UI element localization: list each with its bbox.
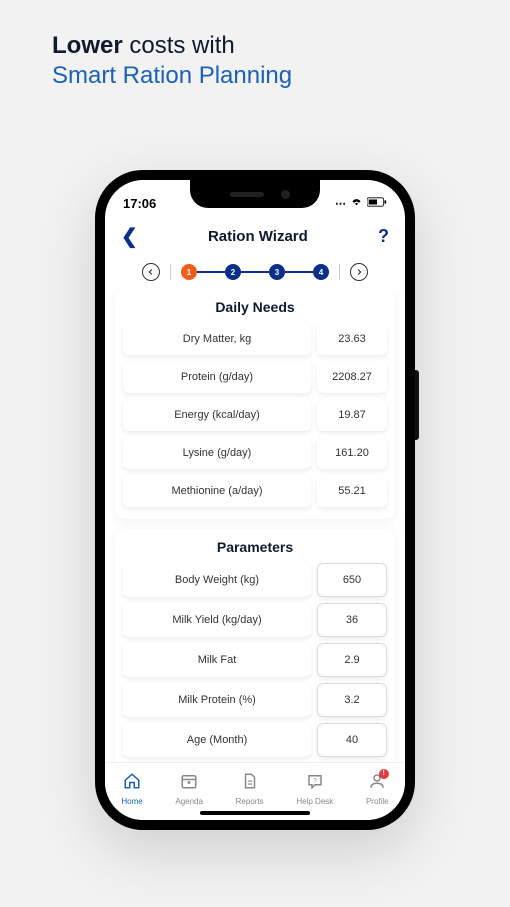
table-row: Lysine (g/day)161.20 bbox=[123, 437, 387, 469]
phone-side-button bbox=[415, 370, 419, 440]
headline: Lower costs with Smart Ration Planning bbox=[0, 0, 510, 90]
param-label: Age (Month) bbox=[123, 723, 311, 757]
tab-label: Home bbox=[121, 797, 142, 806]
need-label: Protein (g/day) bbox=[123, 361, 311, 393]
headline-top: Lower costs with bbox=[52, 32, 510, 60]
need-label: Methionine (a/day) bbox=[123, 475, 311, 507]
param-label: Milk Fat bbox=[123, 643, 311, 677]
headline-sub: Smart Ration Planning bbox=[52, 62, 510, 90]
back-button[interactable]: ❮ bbox=[121, 224, 138, 249]
status-icons: ⋯ bbox=[335, 197, 387, 210]
wifi-icon bbox=[350, 197, 363, 210]
step-3[interactable]: 3 bbox=[269, 264, 285, 280]
need-value: 19.87 bbox=[317, 399, 387, 431]
step-line bbox=[197, 271, 225, 273]
document-icon bbox=[241, 772, 259, 795]
param-label: Body Weight (kg) bbox=[123, 563, 311, 597]
page-title: Ration Wizard bbox=[208, 228, 308, 245]
chat-icon: ? bbox=[306, 772, 324, 795]
battery-icon bbox=[367, 197, 387, 210]
daily-needs-title: Daily Needs bbox=[123, 299, 387, 315]
param-label: Milk Yield (kg/day) bbox=[123, 603, 311, 637]
help-button[interactable]: ? bbox=[378, 226, 389, 247]
step-line bbox=[241, 271, 269, 273]
tab-profile[interactable]: Profile ! bbox=[366, 772, 389, 806]
table-row: Milk Fat2.9 bbox=[123, 643, 387, 677]
notification-badge: ! bbox=[379, 769, 389, 779]
divider bbox=[170, 264, 171, 280]
home-icon bbox=[123, 772, 141, 795]
parameters-card: Parameters Body Weight (kg)650 Milk Yiel… bbox=[115, 529, 395, 769]
clock: 17:06 bbox=[123, 196, 156, 211]
table-row: Milk Protein (%)3.2 bbox=[123, 683, 387, 717]
table-row: Energy (kcal/day)19.87 bbox=[123, 399, 387, 431]
tab-label: Reports bbox=[236, 797, 264, 806]
calendar-icon bbox=[180, 772, 198, 795]
headline-rest: costs with bbox=[129, 32, 234, 59]
notch bbox=[190, 180, 320, 208]
screen: 17:06 ⋯ ❮ Ration Wizard ? bbox=[105, 180, 405, 820]
divider bbox=[339, 264, 340, 280]
param-input[interactable]: 650 bbox=[317, 563, 387, 597]
tab-agenda[interactable]: Agenda bbox=[175, 772, 203, 806]
table-row: Dry Matter, kg23.63 bbox=[123, 323, 387, 355]
table-row: Protein (g/day)2208.27 bbox=[123, 361, 387, 393]
need-label: Lysine (g/day) bbox=[123, 437, 311, 469]
param-input[interactable]: 40 bbox=[317, 723, 387, 757]
stepper-next-button[interactable] bbox=[350, 263, 368, 281]
content: Daily Needs Dry Matter, kg23.63 Protein … bbox=[105, 289, 405, 779]
table-row: Age (Month)40 bbox=[123, 723, 387, 757]
step-4[interactable]: 4 bbox=[313, 264, 329, 280]
need-value: 2208.27 bbox=[317, 361, 387, 393]
tab-label: Agenda bbox=[175, 797, 203, 806]
tab-label: Profile bbox=[366, 797, 389, 806]
tab-reports[interactable]: Reports bbox=[236, 772, 264, 806]
home-indicator bbox=[200, 811, 310, 815]
svg-text:?: ? bbox=[313, 777, 317, 784]
headline-bold: Lower bbox=[52, 32, 123, 59]
tab-label: Help Desk bbox=[296, 797, 333, 806]
param-input[interactable]: 36 bbox=[317, 603, 387, 637]
step-line bbox=[285, 271, 313, 273]
need-value: 55.21 bbox=[317, 475, 387, 507]
tab-helpdesk[interactable]: ? Help Desk bbox=[296, 772, 333, 806]
phone-frame: 17:06 ⋯ ❮ Ration Wizard ? bbox=[95, 170, 415, 830]
need-label: Energy (kcal/day) bbox=[123, 399, 311, 431]
step-1[interactable]: 1 bbox=[181, 264, 197, 280]
param-input[interactable]: 2.9 bbox=[317, 643, 387, 677]
need-value: 161.20 bbox=[317, 437, 387, 469]
table-row: Methionine (a/day)55.21 bbox=[123, 475, 387, 507]
table-row: Body Weight (kg)650 bbox=[123, 563, 387, 597]
stepper-prev-button[interactable] bbox=[142, 263, 160, 281]
daily-needs-card: Daily Needs Dry Matter, kg23.63 Protein … bbox=[115, 289, 395, 519]
step-2[interactable]: 2 bbox=[225, 264, 241, 280]
table-row: Milk Yield (kg/day)36 bbox=[123, 603, 387, 637]
tab-home[interactable]: Home bbox=[121, 772, 142, 806]
parameters-title: Parameters bbox=[123, 539, 387, 555]
need-value: 23.63 bbox=[317, 323, 387, 355]
signal-icon: ⋯ bbox=[335, 197, 346, 210]
param-label: Milk Protein (%) bbox=[123, 683, 311, 717]
param-input[interactable]: 3.2 bbox=[317, 683, 387, 717]
navbar: ❮ Ration Wizard ? bbox=[105, 216, 405, 257]
stepper: 1 2 3 4 bbox=[105, 257, 405, 289]
need-label: Dry Matter, kg bbox=[123, 323, 311, 355]
